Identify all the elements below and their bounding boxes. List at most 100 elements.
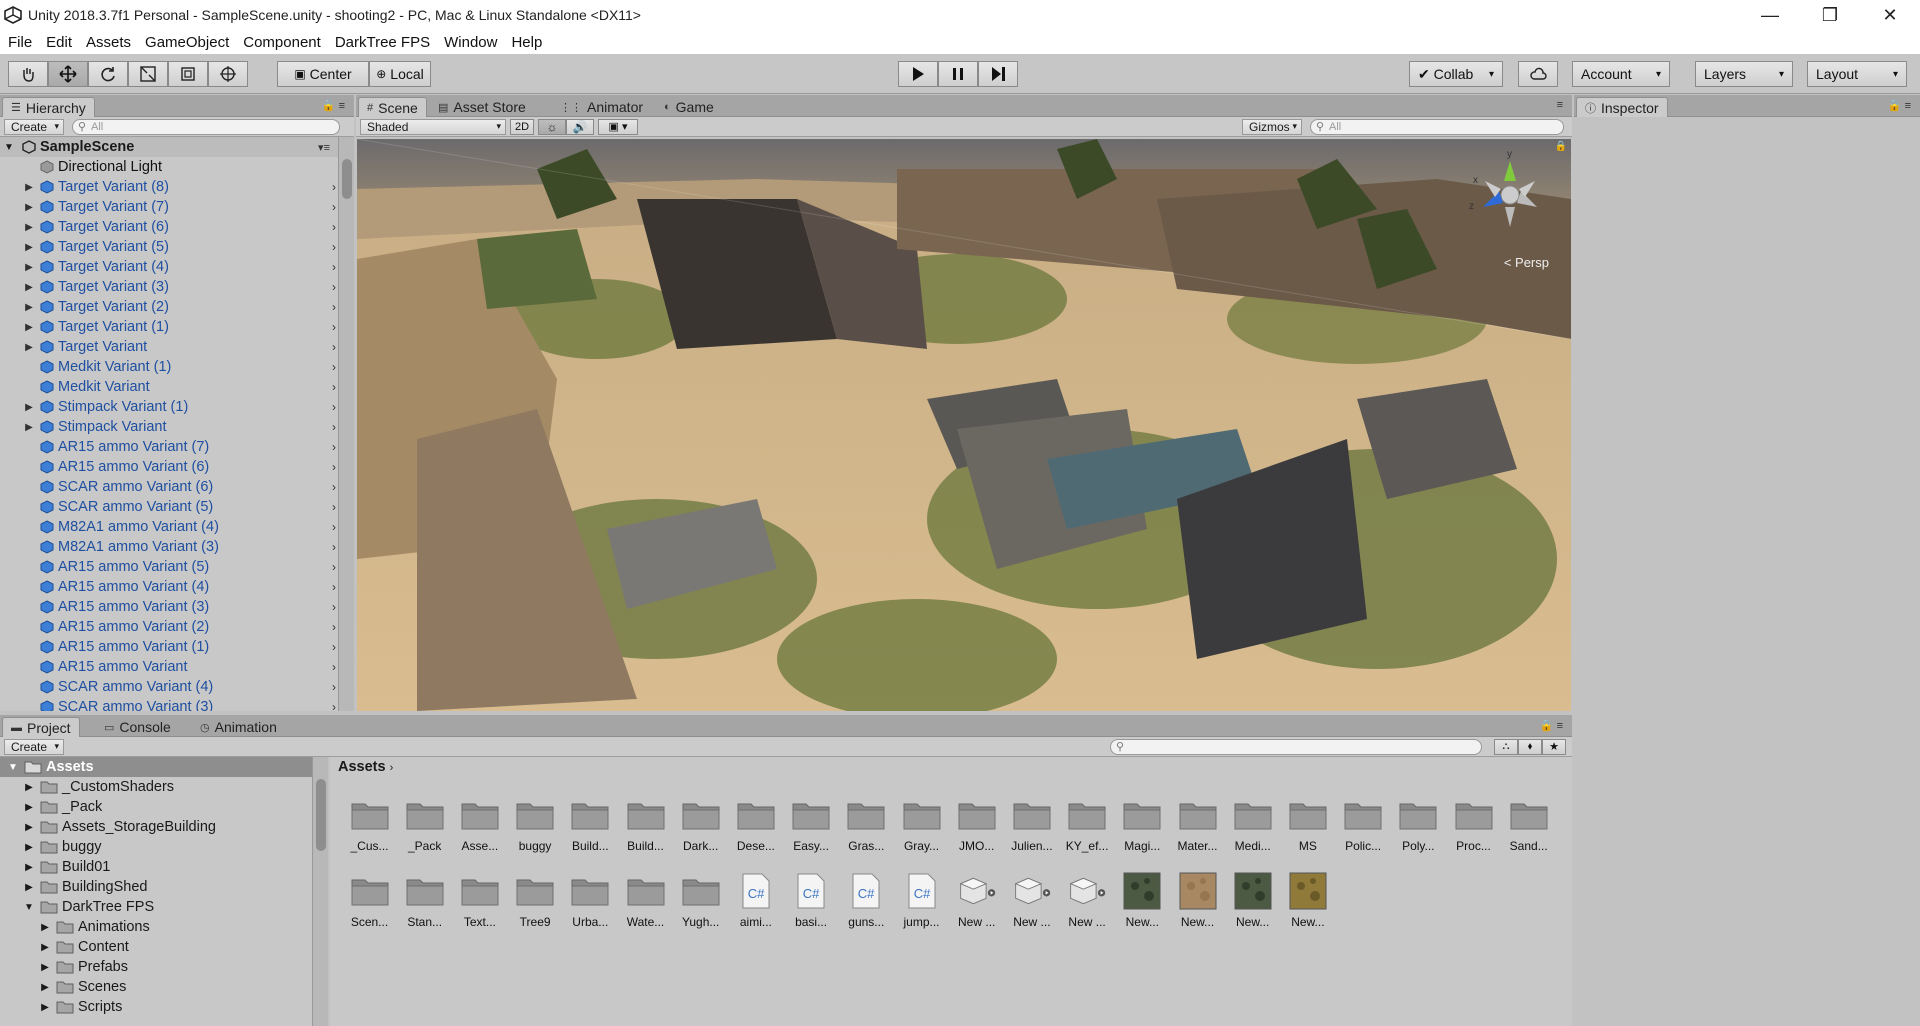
- asset-item[interactable]: Magi...: [1115, 795, 1170, 869]
- cloud-button[interactable]: [1518, 61, 1558, 87]
- menu-assets[interactable]: Assets: [86, 34, 131, 51]
- asset-item[interactable]: buggy: [508, 795, 563, 869]
- scene-viewport[interactable]: y x z < Persp 🔒: [357, 139, 1571, 711]
- project-folder-item[interactable]: ▶ Assets_StorageBuilding: [0, 817, 312, 837]
- pivot-center-toggle[interactable]: ▣ Center: [277, 61, 369, 87]
- asset-item[interactable]: C# basi...: [784, 871, 839, 945]
- hierarchy-item[interactable]: AR15 ammo Variant ›: [0, 657, 338, 677]
- asset-item[interactable]: Sand...: [1501, 795, 1556, 869]
- hierarchy-item[interactable]: ▶ Target Variant ›: [0, 337, 338, 357]
- open-prefab-chevron-icon[interactable]: ›: [332, 700, 336, 711]
- scene-panel-menu-icon[interactable]: ≡: [1557, 99, 1566, 111]
- panel-menu-icon[interactable]: 🔒≡: [322, 99, 348, 112]
- hierarchy-create-dropdown[interactable]: Create: [4, 118, 65, 135]
- hierarchy-item[interactable]: AR15 ammo Variant (2) ›: [0, 617, 338, 637]
- open-prefab-chevron-icon[interactable]: ›: [332, 240, 336, 254]
- open-prefab-chevron-icon[interactable]: ›: [332, 660, 336, 674]
- hierarchy-item[interactable]: ▶ Stimpack Variant ›: [0, 417, 338, 437]
- project-folder-item[interactable]: ▶ BuildingShed: [0, 877, 312, 897]
- collapse-arrow-icon[interactable]: ▼: [4, 142, 18, 153]
- open-prefab-chevron-icon[interactable]: ›: [332, 540, 336, 554]
- asset-item[interactable]: Yugh...: [673, 871, 728, 945]
- hierarchy-item[interactable]: SCAR ammo Variant (4) ›: [0, 677, 338, 697]
- asset-item[interactable]: Poly...: [1391, 795, 1446, 869]
- open-prefab-chevron-icon[interactable]: ›: [332, 300, 336, 314]
- hierarchy-item[interactable]: AR15 ammo Variant (4) ›: [0, 577, 338, 597]
- expand-arrow-icon[interactable]: ▶: [22, 402, 36, 413]
- toggle-2d-button[interactable]: 2D: [510, 118, 534, 135]
- hierarchy-item[interactable]: Medkit Variant (1) ›: [0, 357, 338, 377]
- asset-item[interactable]: _Cus...: [342, 795, 397, 869]
- expand-arrow-icon[interactable]: ▶: [38, 962, 52, 973]
- asset-item[interactable]: _Pack: [397, 795, 452, 869]
- hierarchy-item[interactable]: AR15 ammo Variant (3) ›: [0, 597, 338, 617]
- hierarchy-item[interactable]: ▶ Target Variant (5) ›: [0, 237, 338, 257]
- asset-item[interactable]: Build...: [563, 795, 618, 869]
- hierarchy-item[interactable]: AR15 ammo Variant (7) ›: [0, 437, 338, 457]
- open-prefab-chevron-icon[interactable]: ›: [332, 460, 336, 474]
- project-create-dropdown[interactable]: Create: [4, 738, 65, 755]
- audio-toggle[interactable]: 🔊: [566, 118, 594, 135]
- asset-item[interactable]: Gray...: [894, 795, 949, 869]
- minimize-button[interactable]: —: [1740, 0, 1800, 30]
- expand-arrow-icon[interactable]: ▶: [22, 842, 36, 853]
- asset-item[interactable]: New...: [1170, 871, 1225, 945]
- tab-project[interactable]: ▬ Project: [2, 717, 80, 737]
- project-folder-item[interactable]: ▶ Prefabs: [0, 957, 312, 977]
- open-prefab-chevron-icon[interactable]: ›: [332, 420, 336, 434]
- expand-arrow-icon[interactable]: ▼: [22, 902, 36, 913]
- menu-gameobject[interactable]: GameObject: [145, 34, 229, 51]
- open-prefab-chevron-icon[interactable]: ›: [332, 200, 336, 214]
- collab-dropdown[interactable]: ✔ Collab: [1409, 61, 1503, 87]
- account-dropdown[interactable]: Account: [1572, 61, 1670, 87]
- hierarchy-item[interactable]: M82A1 ammo Variant (3) ›: [0, 537, 338, 557]
- hierarchy-item[interactable]: ▶ Target Variant (8) ›: [0, 177, 338, 197]
- project-folder-item[interactable]: ▼ Assets: [0, 757, 312, 777]
- maximize-button[interactable]: ❐: [1800, 0, 1860, 30]
- expand-arrow-icon[interactable]: ▶: [22, 822, 36, 833]
- step-button[interactable]: [978, 61, 1018, 87]
- project-tree-scroll-thumb[interactable]: [316, 779, 326, 851]
- project-folder-item[interactable]: ▶ Scripts: [0, 997, 312, 1017]
- project-menu-icon[interactable]: 🔒≡: [1540, 719, 1566, 732]
- open-prefab-chevron-icon[interactable]: ›: [332, 260, 336, 274]
- asset-item[interactable]: Easy...: [784, 795, 839, 869]
- play-button[interactable]: [898, 61, 938, 87]
- layers-dropdown[interactable]: Layers: [1695, 61, 1793, 87]
- open-prefab-chevron-icon[interactable]: ›: [332, 440, 336, 454]
- asset-item[interactable]: KY_ef...: [1060, 795, 1115, 869]
- expand-arrow-icon[interactable]: ▼: [6, 762, 20, 773]
- expand-arrow-icon[interactable]: ▶: [22, 882, 36, 893]
- hierarchy-item[interactable]: AR15 ammo Variant (5) ›: [0, 557, 338, 577]
- asset-item[interactable]: Dark...: [673, 795, 728, 869]
- open-prefab-chevron-icon[interactable]: ›: [332, 640, 336, 654]
- asset-item[interactable]: Gras...: [839, 795, 894, 869]
- tab-game[interactable]: ◐ Game: [656, 97, 722, 117]
- inspector-menu-icon[interactable]: 🔒≡: [1888, 99, 1914, 112]
- expand-arrow-icon[interactable]: ▶: [22, 282, 36, 293]
- pause-button[interactable]: [938, 61, 978, 87]
- open-prefab-chevron-icon[interactable]: ›: [332, 520, 336, 534]
- project-folder-item[interactable]: ▶ _Pack: [0, 797, 312, 817]
- expand-arrow-icon[interactable]: ▶: [22, 802, 36, 813]
- tab-inspector[interactable]: ⓘ Inspector: [1576, 97, 1668, 117]
- breadcrumb-assets[interactable]: Assets: [338, 759, 386, 775]
- asset-item[interactable]: MS: [1280, 795, 1335, 869]
- project-folder-item[interactable]: ▶ Scenes: [0, 977, 312, 997]
- move-tool-button[interactable]: [48, 61, 88, 87]
- hierarchy-search-input[interactable]: All: [72, 118, 341, 135]
- asset-item[interactable]: Julien...: [1004, 795, 1059, 869]
- hierarchy-item[interactable]: SCAR ammo Variant (6) ›: [0, 477, 338, 497]
- expand-arrow-icon[interactable]: ▶: [38, 1002, 52, 1013]
- open-prefab-chevron-icon[interactable]: ›: [332, 580, 336, 594]
- asset-item[interactable]: Urba...: [563, 871, 618, 945]
- expand-arrow-icon[interactable]: ▶: [22, 862, 36, 873]
- expand-arrow-icon[interactable]: ▶: [22, 202, 36, 213]
- menu-file[interactable]: File: [8, 34, 32, 51]
- asset-item[interactable]: C# guns...: [839, 871, 894, 945]
- asset-item[interactable]: C# jump...: [894, 871, 949, 945]
- gizmos-dropdown[interactable]: Gizmos: [1242, 118, 1302, 135]
- asset-item[interactable]: Asse...: [452, 795, 507, 869]
- expand-arrow-icon[interactable]: ▶: [22, 782, 36, 793]
- asset-item[interactable]: Scen...: [342, 871, 397, 945]
